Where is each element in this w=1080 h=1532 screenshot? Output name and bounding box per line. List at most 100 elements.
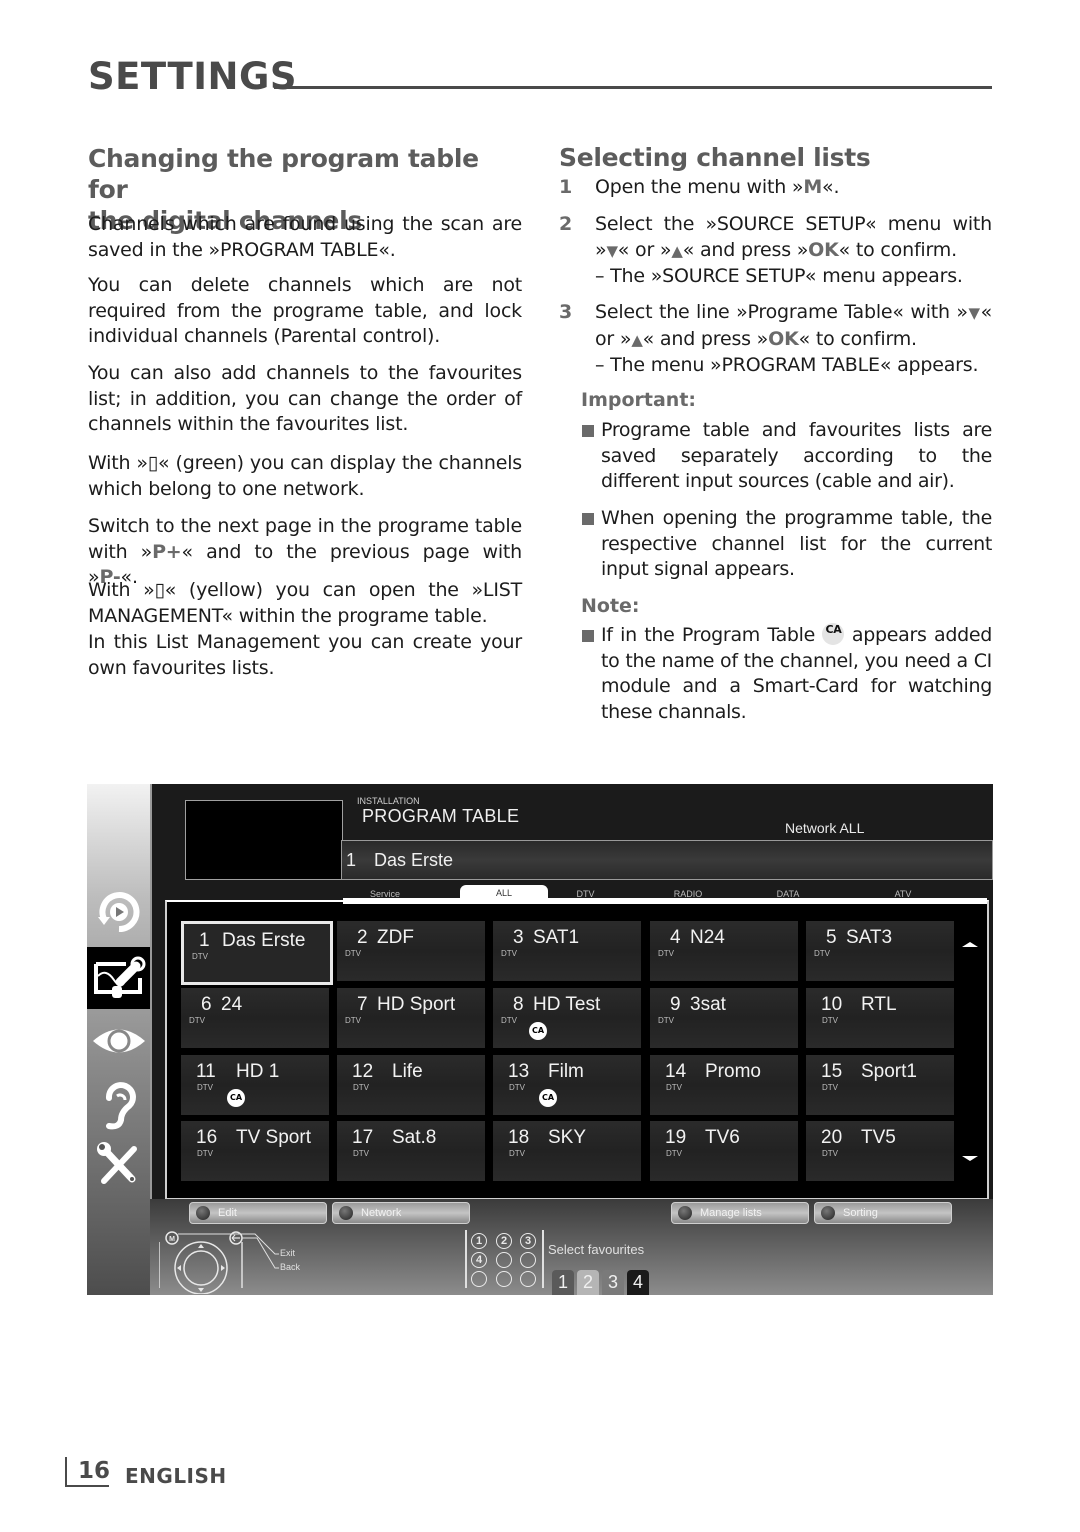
step-number: 3 (559, 301, 573, 323)
channel-number: 9 (670, 994, 681, 1015)
channel-name: HD Test (533, 994, 601, 1015)
channel-type: DTV (345, 1016, 361, 1025)
ca-icon: CA (529, 1022, 547, 1040)
channel-type: DTV (666, 1149, 682, 1158)
channel-cell[interactable]: 9 3sat DTV (650, 988, 798, 1048)
number-key: 4 (471, 1252, 487, 1268)
up-arrow-icon: ▲ (631, 330, 643, 349)
number-key-blank (520, 1252, 536, 1268)
channel-cell[interactable]: 7 HD Sport DTV (337, 988, 485, 1048)
paragraph: With »▯« (green) you can display the cha… (88, 452, 522, 500)
yellow-button-manage-lists[interactable]: Manage lists (671, 1202, 809, 1224)
channel-name: SAT3 (846, 927, 893, 948)
channel-cell[interactable]: 14 Promo DTV (650, 1055, 798, 1115)
down-arrow-icon: ▼ (967, 304, 981, 322)
scroll-down-icon[interactable] (962, 1156, 978, 1161)
channel-number: 3 (513, 927, 524, 948)
favourite-list-3[interactable]: 3 (602, 1270, 624, 1295)
step-1: 1 Open the menu with »M«. (559, 175, 992, 201)
channel-name: Sat.8 (392, 1127, 437, 1148)
channel-name: TV5 (861, 1127, 896, 1148)
channel-type: DTV (197, 1149, 213, 1158)
red-button-edit[interactable]: Edit (189, 1202, 327, 1224)
picture-icon[interactable] (87, 1010, 150, 1072)
tab-radio[interactable]: RADIO (658, 889, 718, 899)
channel-cell[interactable]: 8 HD Test DTV CA (493, 988, 641, 1048)
tab-service[interactable]: Service (345, 889, 425, 899)
channel-cell[interactable]: 19 TV6 DTV (650, 1121, 798, 1181)
channel-cell[interactable]: 3 SAT1 DTV (493, 921, 641, 981)
exit-hint: Exit (280, 1248, 296, 1258)
channel-type: DTV (501, 949, 517, 958)
channel-cell[interactable]: 13 Film DTV CA (493, 1055, 641, 1115)
channel-name: N24 (690, 927, 725, 948)
select-favourites-label: Select favourites (548, 1242, 645, 1257)
favourite-list-1[interactable]: 1 (552, 1270, 574, 1295)
sound-icon[interactable] (87, 1074, 150, 1136)
title-rule (274, 86, 992, 89)
green-button-network[interactable]: Network (332, 1202, 470, 1224)
navigation-pad-icon: M (159, 1231, 279, 1294)
channel-cell[interactable]: 20 TV5 DTV (806, 1121, 954, 1181)
channel-type: DTV (822, 1149, 838, 1158)
channel-number: 10 (821, 994, 843, 1015)
back-hint: Back (280, 1262, 301, 1272)
blue-button-sorting[interactable]: Sorting (814, 1202, 952, 1224)
installation-icon[interactable] (87, 947, 150, 1009)
channel-cell[interactable]: 11 HD 1 DTV CA (181, 1055, 329, 1115)
channel-number: 14 (665, 1061, 687, 1082)
channel-type: DTV (822, 1083, 838, 1092)
step-2: 2 Select the »SOURCE SETUP« menu with »▼… (559, 213, 992, 287)
channel-number: 17 (352, 1127, 374, 1148)
scroll-up-icon[interactable] (962, 942, 978, 947)
page-language: ENGLISH (125, 1464, 227, 1488)
favourite-list-2[interactable]: 2 (577, 1270, 599, 1295)
paragraph: With »▯« (yellow) you can open the »LIST… (88, 579, 522, 627)
tab-data[interactable]: DATA (758, 889, 818, 899)
channel-type: DTV (192, 952, 208, 961)
channel-type: DTV (814, 949, 830, 958)
red-key-icon (196, 1206, 210, 1220)
up-arrow-icon: ▲ (671, 241, 683, 260)
channel-cell[interactable]: 17 Sat.8 DTV (337, 1121, 485, 1181)
channel-cell[interactable]: 16 TV Sport DTV (181, 1121, 329, 1181)
bullet-square-icon (582, 425, 594, 437)
channel-cell[interactable]: 4 N24 DTV (650, 921, 798, 981)
channel-number: 8 (513, 994, 524, 1015)
ca-icon: CA (822, 623, 845, 645)
channel-cell[interactable]: 15 Sport1 DTV (806, 1055, 954, 1115)
paragraph: In this List Management you can create y… (88, 631, 522, 679)
favourite-list-4[interactable]: 4 (627, 1270, 649, 1295)
divider (465, 1230, 467, 1288)
channel-type: DTV (353, 1149, 369, 1158)
tools-icon[interactable] (87, 1133, 150, 1195)
channel-cell[interactable]: 10 RTL DTV (806, 988, 954, 1048)
channel-cell[interactable]: 2 ZDF DTV (337, 921, 485, 981)
green-key-icon (339, 1206, 353, 1220)
channel-cell[interactable]: 5 SAT3 DTV (806, 921, 954, 981)
channel-cell[interactable]: 18 SKY DTV (493, 1121, 641, 1181)
tab-all[interactable]: ALL (460, 885, 548, 901)
paragraph: Channels which are found using the scan … (88, 213, 522, 261)
source-icon[interactable] (87, 881, 150, 943)
step-number: 1 (559, 176, 573, 198)
channel-cell[interactable]: 6 24 DTV (181, 988, 329, 1048)
channel-type: DTV (189, 1016, 205, 1025)
channel-number: 11 (196, 1061, 216, 1082)
channel-number: 2 (357, 927, 368, 948)
selected-channel-number: 1 (346, 850, 357, 870)
tab-dtv[interactable]: DTV (558, 889, 613, 899)
channel-cell[interactable]: 1 Das Erste DTV (181, 921, 333, 985)
channel-type: DTV (345, 949, 361, 958)
channel-number: 13 (508, 1061, 530, 1082)
important-item: When opening the programme table, the re… (580, 506, 992, 583)
channel-name: Sport1 (861, 1061, 917, 1082)
key-ok: OK (768, 327, 799, 350)
ca-icon: CA (539, 1089, 557, 1107)
channel-cell[interactable]: 12 Life DTV (337, 1055, 485, 1115)
section-title: SETTINGS (88, 55, 297, 98)
tab-atv[interactable]: ATV (873, 889, 933, 899)
channel-type: DTV (501, 1016, 517, 1025)
key-p-plus: P+ (152, 540, 182, 563)
network-filter[interactable]: Network ALL (785, 820, 864, 836)
